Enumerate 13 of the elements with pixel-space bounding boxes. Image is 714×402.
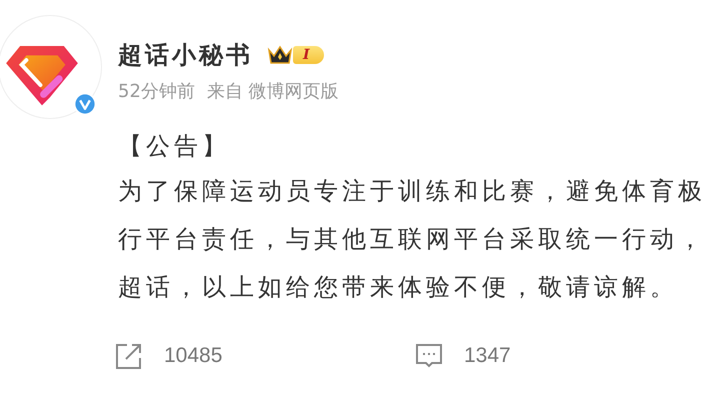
author-name[interactable]: 超话小秘书 [118, 39, 253, 71]
post-text: 行平台责任，与其他互联网平台采取统一行动， [118, 224, 707, 255]
avatar[interactable] [0, 15, 102, 119]
post-text: 超话，以上如给您带来体验不便，敬请谅解。 [118, 272, 679, 303]
crown-icon [267, 44, 293, 66]
share-button[interactable]: 10485 [114, 341, 414, 371]
post-text: 【公告】 [118, 131, 231, 162]
post-text: 为了保障运动员专注于训练和比赛，避免体育极 [118, 176, 707, 207]
post-time: 52分钟前 [118, 80, 195, 103]
comment-button[interactable]: 1347 [414, 341, 714, 371]
post-source: 来自 微博网页版 [206, 80, 339, 103]
share-icon [114, 341, 144, 371]
level-badge: I [293, 46, 324, 64]
